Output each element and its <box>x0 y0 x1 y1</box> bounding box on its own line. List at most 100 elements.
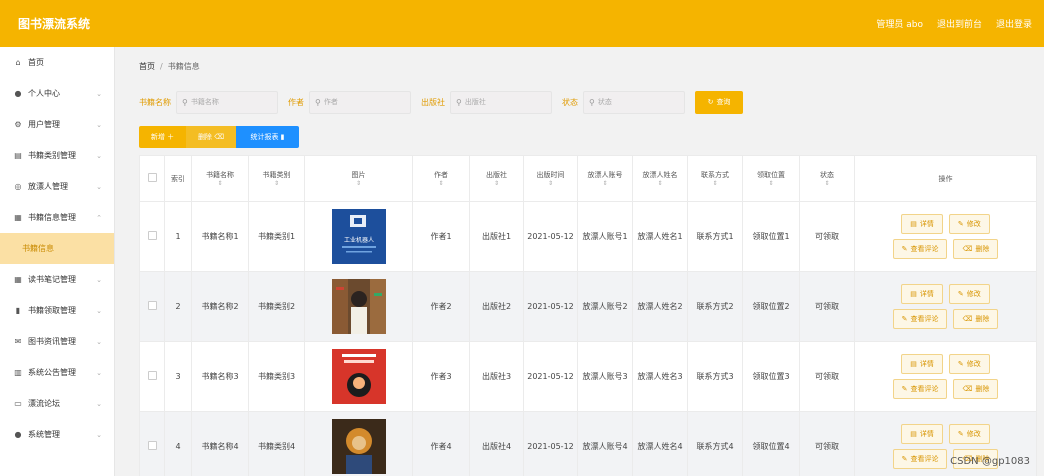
column-header-0[interactable] <box>139 155 165 202</box>
delete-button[interactable]: 删除 ⌫ <box>186 126 236 148</box>
publisher-cell: 出版社1 <box>469 201 524 272</box>
column-header-12[interactable]: 状态 ⇕ <box>799 155 855 202</box>
sort-icon[interactable]: ⇕ <box>413 180 469 187</box>
column-header-label: 出版社 <box>486 171 507 179</box>
publisher-input[interactable]: ⚲ 出版社 <box>450 90 552 114</box>
view-comments-button[interactable]: ✎ 查看评论 <box>892 239 948 259</box>
comment-icon: ✎ <box>901 385 908 393</box>
operations-cell: ▤ 详情 ✎ 修改 ✎ 查看评论 ⌫ 删除 <box>854 341 1037 412</box>
column-header-5[interactable]: 作者 ⇕ <box>412 155 470 202</box>
column-header-label: 领取位置 <box>757 171 785 179</box>
delete-row-button[interactable]: ⌫ 删除 <box>953 379 999 399</box>
detail-button[interactable]: ▤ 详情 <box>901 354 943 374</box>
view-comments-button[interactable]: ✎ 查看评论 <box>892 449 948 469</box>
image-cell <box>304 411 413 476</box>
image-cell: 工业机器人 <box>304 201 413 272</box>
column-header-6[interactable]: 出版社 ⇕ <box>469 155 524 202</box>
sidebar-item-10[interactable]: ▥ 系统公告管理 ⌄ <box>0 357 114 388</box>
status-input[interactable]: ⚲ 状态 <box>583 90 685 114</box>
delete-row-button[interactable]: ⌫ 删除 <box>953 309 999 329</box>
edit-button[interactable]: ✎ 修改 <box>948 424 990 444</box>
sidebar-item-4[interactable]: ◎ 放漂人管理 ⌄ <box>0 171 114 202</box>
sort-icon[interactable]: ⇕ <box>688 180 742 187</box>
sort-icon[interactable]: ⇕ <box>743 180 799 187</box>
sidebar-item-label: 书籍信息 <box>22 244 54 253</box>
sidebar-item-1[interactable]: ● 个人中心 ⌄ <box>0 78 114 109</box>
sort-icon[interactable]: ⇕ <box>470 180 523 187</box>
sort-icon[interactable]: ⇕ <box>305 180 412 187</box>
sidebar-item-2[interactable]: ⚙ 用户管理 ⌄ <box>0 109 114 140</box>
sidebar-item-7[interactable]: ▦ 读书笔记管理 ⌄ <box>0 264 114 295</box>
view-comments-button[interactable]: ✎ 查看评论 <box>892 309 948 329</box>
book-cover-image <box>331 419 386 474</box>
publisher-cell: 出版社3 <box>469 341 524 412</box>
sidebar-item-11[interactable]: ▭ 漂流论坛 ⌄ <box>0 388 114 419</box>
sort-icon[interactable]: ⇕ <box>633 180 687 187</box>
comment-icon: ✎ <box>901 455 908 463</box>
column-header-label: 索引 <box>171 174 185 183</box>
sidebar-item-12[interactable]: ● 系统管理 ⌄ <box>0 419 114 450</box>
column-header-9[interactable]: 放漂人姓名 ⇕ <box>632 155 688 202</box>
column-header-7[interactable]: 出版时间 ⇕ <box>523 155 578 202</box>
sort-icon[interactable]: ⇕ <box>578 180 632 187</box>
row-checkbox[interactable] <box>147 231 157 240</box>
row-checkbox[interactable] <box>147 441 157 450</box>
stats-report-button[interactable]: 统计报表 ▮ <box>236 126 299 148</box>
delete-row-button[interactable]: ⌫ 删除 <box>953 239 999 259</box>
column-header-11[interactable]: 领取位置 ⇕ <box>742 155 800 202</box>
sidebar-item-0[interactable]: ⌂ 首页 <box>0 47 114 78</box>
author-input[interactable]: ⚲ 作者 <box>309 90 411 114</box>
chevron-down-icon: ⌄ <box>96 430 102 439</box>
edit-button[interactable]: ✎ 修改 <box>948 214 990 234</box>
detail-button[interactable]: ▤ 详情 <box>901 284 943 304</box>
book-name-input[interactable]: ⚲ 书籍名称 <box>176 90 278 114</box>
author-cell: 作者1 <box>412 201 470 272</box>
sidebar-item-8[interactable]: ▮ 书籍领取管理 ⌄ <box>0 295 114 326</box>
index-cell: 2 <box>164 271 192 342</box>
search-icon: ⚲ <box>456 97 462 107</box>
logout-link[interactable]: 退出登录 <box>996 17 1032 30</box>
query-button[interactable]: ↻ 查询 <box>695 90 743 114</box>
column-header-label: 联系方式 <box>701 171 729 179</box>
sort-icon[interactable]: ⇕ <box>524 180 577 187</box>
chevron-down-icon: ⌄ <box>96 368 102 377</box>
checkbox-cell <box>139 411 165 476</box>
sort-icon[interactable]: ⇕ <box>800 180 854 187</box>
detail-button[interactable]: ▤ 详情 <box>901 424 943 444</box>
sidebar-item-5[interactable]: ▦ 书籍信息管理 ⌃ <box>0 202 114 233</box>
column-header-10[interactable]: 联系方式 ⇕ <box>687 155 743 202</box>
person-name-cell: 放漂人姓名2 <box>632 271 688 342</box>
chevron-down-icon: ⌄ <box>96 399 102 408</box>
search-bar: 书籍名称 ⚲ 书籍名称 作者 ⚲ 作者 出版社 ⚲ 出版社 状态 ⚲ 状态 ↻ 查询 <box>127 85 1030 119</box>
sort-icon[interactable]: ⇕ <box>192 180 248 187</box>
publish-date-cell: 2021-05-12 <box>523 411 578 476</box>
publisher-placeholder: 出版社 <box>464 98 486 106</box>
book-name-label: 书籍名称 <box>139 97 171 107</box>
sort-icon[interactable]: ⇕ <box>249 180 304 187</box>
sidebar-item-3[interactable]: ▤ 书籍类别管理 ⌄ <box>0 140 114 171</box>
table-header-row: 索引 书籍名称 ⇕ 书籍类别 ⇕ 图片 ⇕ 作者 ⇕ 出版社 ⇕ 出版时间 ⇕ 放漂人账号 ⇕ 放漂人姓名 ⇕ 联… <box>139 155 1037 202</box>
comment-icon: ✎ <box>901 245 908 253</box>
sidebar-item-label: 放漂人管理 <box>28 182 68 191</box>
view-comments-button[interactable]: ✎ 查看评论 <box>892 379 948 399</box>
back-to-front-link[interactable]: 退出到前台 <box>937 17 982 30</box>
detail-button-label: 详情 <box>919 220 934 228</box>
add-button[interactable]: 新增 ＋ <box>139 126 186 148</box>
breadcrumb-home[interactable]: 首页 <box>139 61 155 72</box>
edit-button[interactable]: ✎ 修改 <box>948 284 990 304</box>
row-checkbox[interactable] <box>147 301 157 310</box>
image-cell <box>304 271 413 342</box>
location-cell: 领取位置4 <box>742 411 800 476</box>
refresh-icon: ↻ <box>707 98 714 106</box>
sidebar-item-6[interactable]: 书籍信息 <box>0 233 114 264</box>
top-bar: 图书漂流系统 管理员 abo 退出到前台 退出登录 <box>0 0 1044 47</box>
column-header-4[interactable]: 图片 ⇕ <box>304 155 413 202</box>
detail-button[interactable]: ▤ 详情 <box>901 214 943 234</box>
edit-button[interactable]: ✎ 修改 <box>948 354 990 374</box>
column-header-3[interactable]: 书籍类别 ⇕ <box>248 155 305 202</box>
column-header-2[interactable]: 书籍名称 ⇕ <box>191 155 249 202</box>
row-checkbox[interactable] <box>147 371 157 380</box>
select-all-checkbox[interactable] <box>147 173 157 182</box>
column-header-8[interactable]: 放漂人账号 ⇕ <box>577 155 633 202</box>
sidebar-item-9[interactable]: ✉ 图书资讯管理 ⌄ <box>0 326 114 357</box>
